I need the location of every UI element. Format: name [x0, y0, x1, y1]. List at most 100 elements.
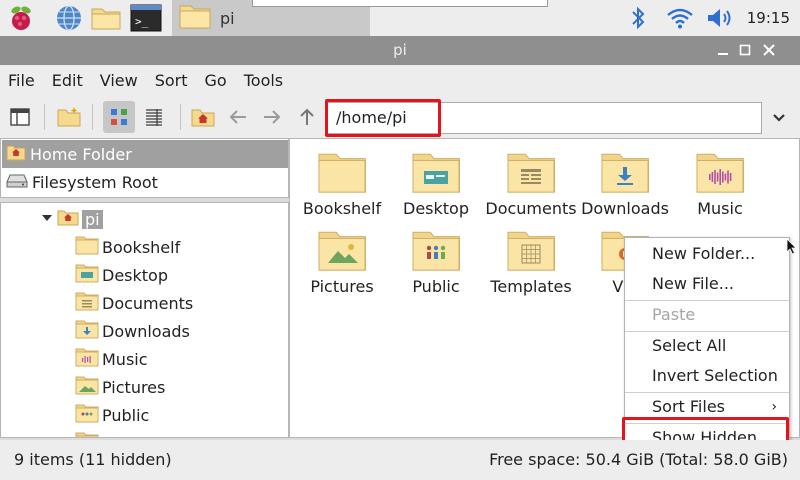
menu-sort[interactable]: Sort — [155, 71, 188, 90]
menu-tools[interactable]: Tools — [244, 71, 283, 90]
minimize-button[interactable] — [716, 43, 730, 57]
tree-item-pi[interactable]: pi — [41, 205, 103, 233]
music-folder-icon — [75, 347, 99, 371]
toolbar-separator — [44, 104, 45, 130]
tree-item-label: pi — [82, 209, 103, 229]
window-titlebar[interactable]: pi — [0, 36, 800, 65]
icon-view-button[interactable] — [103, 101, 135, 133]
tree-item[interactable]: Music — [75, 345, 148, 373]
tree-item[interactable]: Public — [75, 401, 149, 429]
system-taskbar: >_ pi 19:15 — [0, 0, 800, 36]
tree-item-label: Music — [102, 349, 148, 369]
menu-item-new-file[interactable]: New File... — [625, 269, 789, 299]
taskbar-window-label: pi — [220, 8, 235, 28]
file-item-label: Music — [697, 199, 743, 218]
web-browser-icon[interactable] — [52, 3, 86, 33]
chevron-down-icon[interactable] — [768, 104, 790, 132]
file-item[interactable]: Templates — [484, 217, 578, 296]
tree-item-label: Documents — [102, 293, 194, 313]
music-folder-icon — [696, 149, 745, 197]
toolbar-separator — [92, 104, 93, 130]
file-item[interactable]: Music — [673, 139, 767, 218]
downloads-folder-icon — [601, 149, 650, 197]
file-item[interactable]: Documents — [484, 139, 578, 218]
places-pane: Home Folder Filesystem Root — [0, 138, 289, 198]
window-title: pi — [393, 41, 407, 59]
place-filesystem-root[interactable]: Filesystem Root — [2, 168, 288, 196]
bluetooth-icon[interactable] — [630, 0, 646, 36]
tree-item[interactable]: Bookshelf — [75, 233, 180, 261]
public-folder-icon — [412, 227, 461, 275]
documents-folder-icon — [507, 149, 556, 197]
menu-item-new-folder[interactable]: New Folder... — [625, 239, 789, 269]
new-tab-button[interactable] — [53, 101, 85, 133]
close-button[interactable] — [762, 43, 776, 57]
wifi-icon[interactable] — [666, 0, 694, 36]
templates-folder-icon — [507, 227, 556, 275]
file-item[interactable]: Pictures — [295, 217, 389, 296]
menu-view[interactable]: View — [100, 71, 138, 90]
menu-edit[interactable]: Edit — [52, 71, 83, 90]
tree-item-label: Pictures — [102, 377, 166, 397]
clock[interactable]: 19:15 — [747, 0, 790, 36]
tree-item[interactable]: Downloads — [75, 317, 190, 345]
tree-item[interactable]: Desktop — [75, 261, 168, 289]
menu-item-invert-selection[interactable]: Invert Selection — [625, 361, 789, 391]
tree-item[interactable]: Templa — [75, 429, 159, 438]
pictures-folder-icon — [318, 227, 367, 275]
directory-tree: pi Bookshelf Desktop Documents Downloads Mus… — [0, 202, 289, 438]
tree-item-label: Bookshelf — [102, 237, 181, 257]
tree-item-label: Templa — [102, 434, 159, 438]
pictures-folder-icon — [75, 375, 99, 399]
volume-icon[interactable] — [706, 0, 736, 36]
svg-text:>_: >_ — [135, 15, 149, 28]
maximize-button[interactable] — [738, 43, 752, 57]
mouse-pointer-icon — [786, 238, 798, 260]
status-bar: 9 items (11 hidden) Free space: 50.4 GiB… — [0, 440, 800, 480]
file-item[interactable]: Downloads — [578, 139, 672, 218]
menu-item-paste[interactable]: Paste — [625, 300, 789, 330]
desktop-folder-icon — [412, 149, 461, 197]
forward-arrow-icon[interactable] — [256, 101, 288, 133]
up-arrow-icon[interactable] — [291, 101, 323, 133]
templates-folder-icon — [75, 431, 99, 437]
chevron-down-icon[interactable] — [41, 210, 53, 228]
folder-icon — [75, 235, 99, 259]
toolbar-separator — [180, 104, 181, 130]
file-item[interactable]: Public — [389, 217, 483, 296]
home-folder-icon — [6, 143, 26, 165]
tree-item[interactable]: Pictures — [75, 373, 165, 401]
documents-folder-icon — [75, 291, 99, 315]
taskbar-popup-edge — [252, 0, 548, 7]
home-folder-icon — [57, 208, 79, 230]
menu-go[interactable]: Go — [205, 71, 227, 90]
item-count-status: 9 items (11 hidden) — [14, 450, 172, 469]
downloads-folder-icon — [75, 319, 99, 343]
list-view-button[interactable] — [138, 101, 170, 133]
file-manager-icon[interactable] — [88, 3, 124, 33]
menu-item-select-all[interactable]: Select All — [625, 331, 789, 361]
drive-icon — [6, 171, 28, 193]
tree-item[interactable]: Documents — [75, 289, 193, 317]
folder-icon — [178, 2, 212, 34]
terminal-icon[interactable]: >_ — [128, 3, 164, 33]
back-arrow-icon[interactable] — [222, 101, 254, 133]
toggle-sidepane-button[interactable] — [4, 101, 36, 133]
folder-icon — [318, 149, 367, 197]
public-folder-icon — [75, 403, 99, 427]
file-item[interactable]: Bookshelf — [295, 139, 389, 218]
place-label: Filesystem Root — [32, 172, 158, 192]
file-item[interactable]: Desktop — [389, 139, 483, 218]
desktop-folder-icon — [75, 263, 99, 287]
raspberry-menu-icon[interactable] — [4, 3, 38, 33]
place-home-folder[interactable]: Home Folder — [2, 140, 288, 168]
menu-file[interactable]: File — [8, 71, 35, 90]
home-button[interactable] — [187, 101, 219, 133]
path-highlight-box — [325, 99, 441, 137]
free-space-status: Free space: 50.4 GiB (Total: 58.0 GiB) — [489, 450, 788, 469]
menu-bar: File Edit View Sort Go Tools — [0, 65, 800, 96]
tree-item-label: Desktop — [102, 265, 168, 285]
place-label: Home Folder — [30, 144, 132, 164]
menu-item-label: Sort Files — [652, 397, 725, 416]
tree-item-label: Public — [102, 405, 150, 425]
